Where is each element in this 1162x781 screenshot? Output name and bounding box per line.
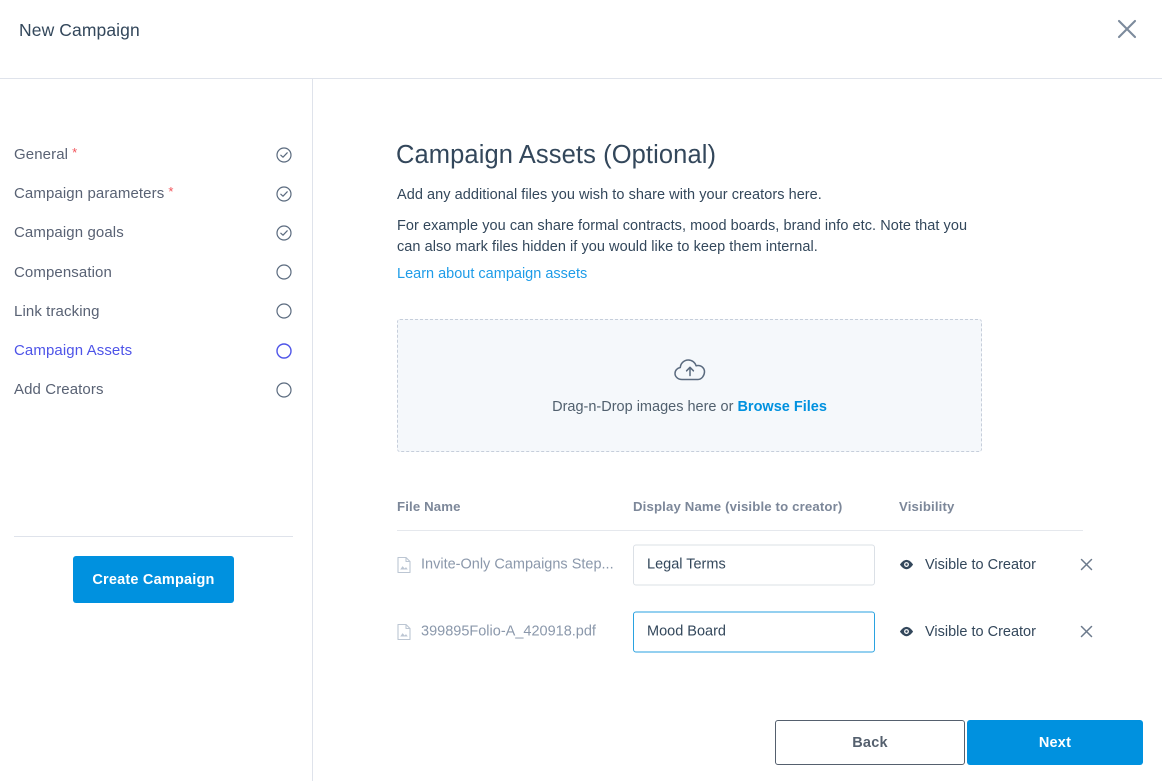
file-name-text: 399895Folio-A_420918.pdf <box>421 624 596 640</box>
file-name-cell: Invite-Only Campaigns Step... <box>397 556 614 573</box>
step-status-incomplete-icon <box>276 382 292 398</box>
dropzone-text: Drag-n-Drop images here or Browse Files <box>552 399 827 415</box>
section-description: For example you can share formal contrac… <box>397 216 969 257</box>
close-icon <box>1116 18 1138 40</box>
visibility-toggle[interactable]: Visible to Creator <box>899 557 1036 573</box>
sidebar-item-add-creators[interactable]: Add Creators <box>14 370 294 409</box>
sidebar-item-campaign-assets[interactable]: Campaign Assets <box>14 331 294 370</box>
display-name-cell <box>633 544 875 585</box>
close-icon <box>1080 625 1093 638</box>
wizard-step-list: General * Campaign parameters * <box>14 135 294 409</box>
back-button[interactable]: Back <box>775 720 965 765</box>
sidebar-item-campaign-parameters[interactable]: Campaign parameters * <box>14 174 294 213</box>
required-asterisk: * <box>72 146 77 159</box>
modal-header: New Campaign <box>0 0 1162 79</box>
table-row: Invite-Only Campaigns Step... Visible to… <box>397 531 1083 598</box>
sidebar-item-label: Campaign parameters <box>14 185 164 202</box>
sidebar-item-label: Compensation <box>14 264 112 281</box>
page-title: New Campaign <box>19 20 140 41</box>
sidebar-item-label: Campaign Assets <box>14 342 132 359</box>
document-icon <box>397 623 411 640</box>
table-row: 399895Folio-A_420918.pdf Visible to Crea… <box>397 598 1083 665</box>
display-name-input[interactable] <box>633 611 875 652</box>
remove-asset-button[interactable] <box>1076 622 1096 642</box>
sidebar-item-compensation[interactable]: Compensation <box>14 253 294 292</box>
step-status-complete-icon <box>276 186 292 202</box>
section-lede: Add any additional files you wish to sha… <box>397 187 822 203</box>
sidebar-item-label: Add Creators <box>14 381 104 398</box>
learn-about-campaign-assets-link[interactable]: Learn about campaign assets <box>397 266 587 282</box>
visibility-label: Visible to Creator <box>925 557 1036 573</box>
wizard-sidebar: General * Campaign parameters * <box>0 79 313 781</box>
visibility-toggle[interactable]: Visible to Creator <box>899 624 1036 640</box>
sidebar-item-label: Campaign goals <box>14 224 124 241</box>
file-name-text: Invite-Only Campaigns Step... <box>421 557 614 573</box>
eye-icon <box>899 624 914 639</box>
next-button[interactable]: Next <box>967 720 1143 765</box>
document-icon <box>397 556 411 573</box>
step-status-complete-icon <box>276 225 292 241</box>
step-status-complete-icon <box>276 147 292 163</box>
display-name-input[interactable] <box>633 544 875 585</box>
sidebar-item-link-tracking[interactable]: Link tracking <box>14 292 294 331</box>
eye-icon <box>899 557 914 572</box>
sidebar-item-general[interactable]: General * <box>14 135 294 174</box>
table-header-row: File Name Display Name (visible to creat… <box>397 499 1083 531</box>
column-header-display-name: Display Name (visible to creator) <box>633 499 842 514</box>
close-icon <box>1080 558 1093 571</box>
assets-table: File Name Display Name (visible to creat… <box>397 499 1083 665</box>
sidebar-item-label: General <box>14 146 68 163</box>
remove-asset-button[interactable] <box>1076 555 1096 575</box>
browse-files-link[interactable]: Browse Files <box>737 399 826 415</box>
required-asterisk: * <box>168 185 173 198</box>
step-status-incomplete-icon <box>276 264 292 280</box>
file-dropzone[interactable]: Drag-n-Drop images here or Browse Files <box>397 319 982 452</box>
dropzone-instruction: Drag-n-Drop images here or <box>552 399 737 415</box>
sidebar-item-campaign-goals[interactable]: Campaign goals <box>14 213 294 252</box>
column-header-visibility: Visibility <box>899 499 955 514</box>
step-status-active-icon <box>276 343 292 359</box>
close-modal-button[interactable] <box>1110 12 1144 46</box>
sidebar-divider <box>14 536 293 537</box>
display-name-cell <box>633 611 875 652</box>
file-name-cell: 399895Folio-A_420918.pdf <box>397 623 596 640</box>
sidebar-item-label: Link tracking <box>14 303 100 320</box>
main-content: Campaign Assets (Optional) Add any addit… <box>314 79 1162 781</box>
step-status-incomplete-icon <box>276 303 292 319</box>
section-title: Campaign Assets (Optional) <box>396 141 716 170</box>
cloud-upload-icon <box>673 357 707 384</box>
new-campaign-modal: New Campaign General * <box>0 0 1162 781</box>
create-campaign-button[interactable]: Create Campaign <box>73 556 234 603</box>
column-header-file-name: File Name <box>397 499 461 514</box>
visibility-label: Visible to Creator <box>925 624 1036 640</box>
